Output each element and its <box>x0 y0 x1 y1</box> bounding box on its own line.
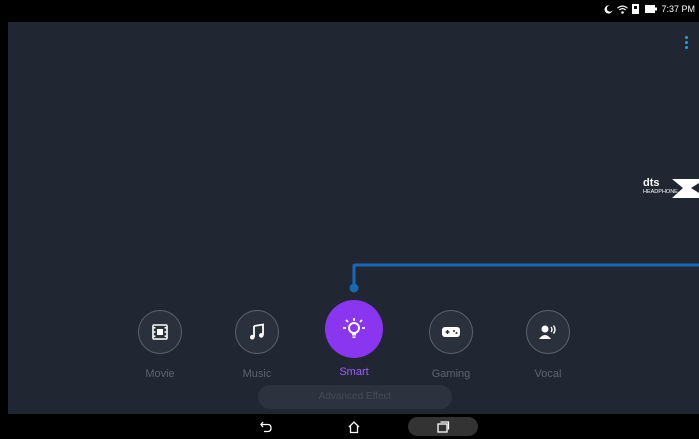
dts-headphone-x-logo: dts HEADPHONE <box>639 172 699 206</box>
music-note-icon <box>235 310 279 354</box>
mode-label-vocal: Vocal <box>534 368 562 380</box>
more-vert-icon[interactable] <box>685 36 689 50</box>
mode-gaming[interactable]: Gaming <box>406 310 496 380</box>
navigation-bar <box>8 414 699 439</box>
moon-icon <box>604 4 614 14</box>
left-edge <box>0 0 8 439</box>
smart-bulb-icon <box>325 300 383 358</box>
battery-icon <box>645 5 658 13</box>
mode-movie[interactable]: Movie <box>115 310 205 380</box>
gamepad-icon <box>429 310 473 354</box>
vocal-icon <box>526 310 570 354</box>
logo-text-dts: dts <box>643 177 660 189</box>
audio-wizard-screen: dts HEADPHONE Movie Music Smart Gaming V… <box>8 22 699 414</box>
mode-label-gaming: Gaming <box>431 368 471 380</box>
mode-label-movie: Movie <box>145 368 175 380</box>
back-icon[interactable] <box>254 417 278 436</box>
status-bar: 7:37 PM <box>8 0 699 22</box>
advanced-effect-button[interactable]: Advanced Effect <box>258 385 452 409</box>
mode-vocal[interactable]: Vocal <box>503 310 593 380</box>
data-icon <box>632 4 641 14</box>
logo-text-headphone: HEADPHONE <box>643 189 678 195</box>
home-icon[interactable] <box>342 417 366 436</box>
mode-label-music: Music <box>242 368 272 380</box>
movie-icon <box>138 310 182 354</box>
mode-label-smart: Smart <box>339 366 369 378</box>
recents-icon[interactable] <box>408 417 478 436</box>
mode-smart[interactable]: Smart <box>309 300 399 378</box>
wifi-icon <box>617 5 629 14</box>
mode-music[interactable]: Music <box>212 310 302 380</box>
status-time: 7:37 PM <box>661 4 695 14</box>
